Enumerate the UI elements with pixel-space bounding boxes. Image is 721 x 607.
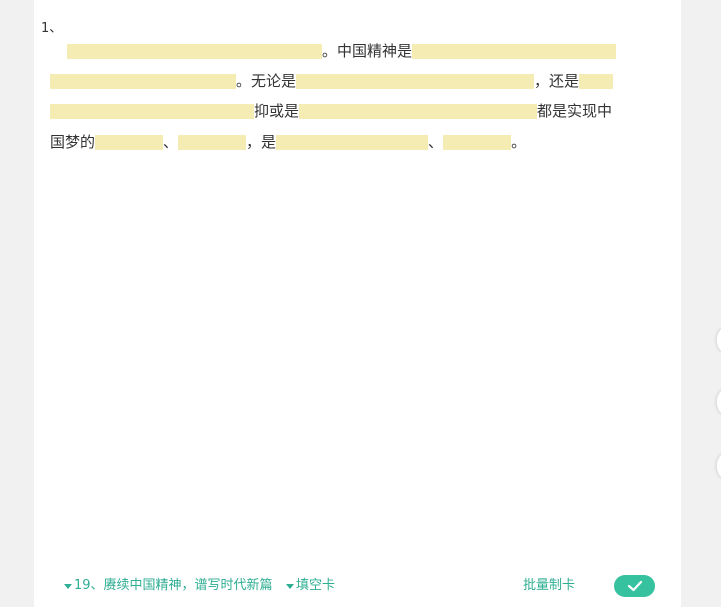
side-tab-3[interactable] bbox=[717, 451, 721, 481]
question-line-2: 。无论是 ，还是 bbox=[50, 70, 614, 92]
question-line-3: 抑或是 都是实现中 bbox=[50, 100, 612, 122]
blank-9[interactable] bbox=[178, 134, 247, 150]
blank-10[interactable] bbox=[276, 134, 429, 150]
blank-5[interactable] bbox=[579, 73, 614, 89]
text-end: 。 bbox=[511, 133, 527, 151]
text-wulunshi: 。无论是 bbox=[236, 72, 297, 90]
card-type-dropdown[interactable]: 填空卡 bbox=[286, 577, 335, 595]
blank-8[interactable] bbox=[95, 134, 164, 150]
batch-create-label: 批量制卡 bbox=[523, 578, 576, 593]
text-dun-2: 、 bbox=[428, 133, 444, 151]
confirm-button[interactable] bbox=[614, 575, 655, 597]
blank-4[interactable] bbox=[296, 73, 535, 89]
text-doushi: 都是实现中 bbox=[537, 102, 613, 120]
triangle-down-icon bbox=[286, 583, 294, 589]
side-tab-1[interactable] bbox=[717, 325, 721, 355]
blank-1[interactable] bbox=[67, 43, 322, 59]
text-haishi: ，还是 bbox=[534, 72, 580, 90]
text-guomeng-de: 国梦的 bbox=[50, 133, 96, 151]
question-line-4: 国梦的 、 ，是 、 。 bbox=[50, 131, 526, 153]
blank-6[interactable] bbox=[50, 103, 254, 119]
text-zhongguo-jingshen-shi: 。中国精神是 bbox=[322, 42, 413, 60]
chapter-dropdown[interactable]: 19、赓续中国精神，谱写时代新篇 bbox=[64, 577, 273, 595]
text-shi: ，是 bbox=[246, 133, 277, 151]
triangle-down-icon bbox=[64, 583, 72, 589]
side-tab-2[interactable] bbox=[717, 387, 721, 417]
text-dun-1: 、 bbox=[163, 133, 179, 151]
chapter-label: 19、赓续中国精神，谱写时代新篇 bbox=[74, 578, 273, 593]
text-huoshi: 抑或是 bbox=[254, 102, 300, 120]
blank-11[interactable] bbox=[443, 134, 512, 150]
blank-3[interactable] bbox=[50, 73, 236, 89]
question-line-1: 。中国精神是 bbox=[67, 40, 617, 62]
card-type-label: 填空卡 bbox=[296, 578, 336, 593]
blank-2[interactable] bbox=[412, 43, 617, 59]
blank-7[interactable] bbox=[299, 103, 538, 119]
batch-create-button[interactable]: 批量制卡 bbox=[523, 577, 575, 595]
question-number: 1、 bbox=[41, 21, 63, 36]
check-icon bbox=[627, 580, 642, 592]
